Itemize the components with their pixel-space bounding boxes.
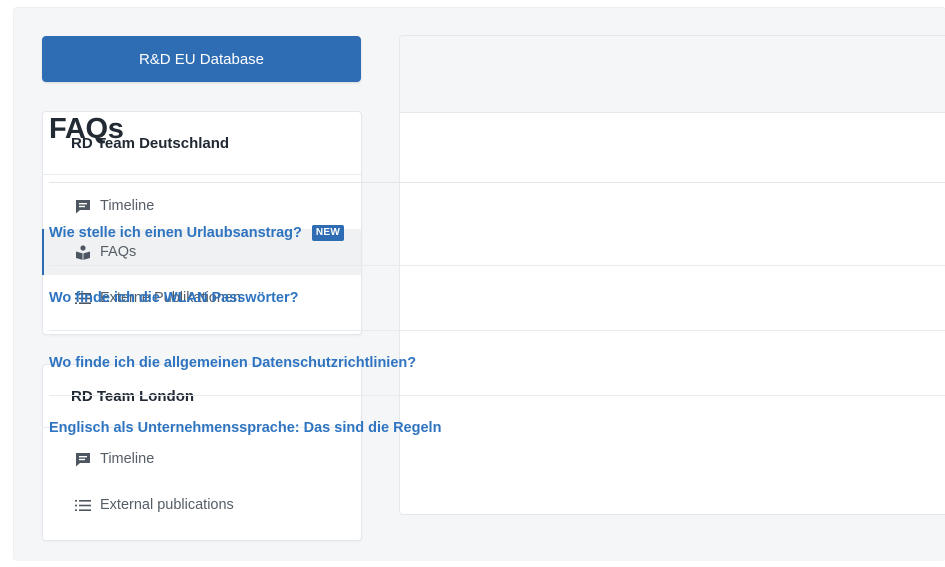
database-button-label: R&D EU Database: [138, 50, 265, 68]
database-button[interactable]: R&D EU Database: [42, 36, 361, 82]
faq-question: Wo finde ich die allgemeinen Datenschutz…: [49, 355, 417, 371]
faq-link[interactable]: Englisch als Unternehmenssprache: Das si…: [49, 396, 945, 460]
panel-header-bar: [400, 36, 945, 113]
page-title: FAQs: [49, 113, 124, 145]
new-badge: NEW: [311, 225, 345, 241]
faq-link[interactable]: Wie stelle ich einen Urlaubsanstrag? NEW: [49, 201, 945, 266]
sidebar-item-external-publications[interactable]: External publications: [43, 482, 361, 528]
faq-link[interactable]: Wo finde ich die WLAN Passwörter?: [49, 266, 945, 331]
title-divider: [49, 182, 945, 183]
faq-link[interactable]: Wo finde ich die allgemeinen Datenschutz…: [49, 331, 945, 396]
faq-question: Englisch als Unternehmenssprache: Das si…: [49, 420, 442, 436]
faq-question: Wo finde ich die WLAN Passwörter?: [49, 290, 299, 306]
faq-list: Wie stelle ich einen Urlaubsanstrag? NEW…: [49, 201, 945, 460]
list-icon: [74, 497, 91, 513]
sidebar-item-label: External publications: [100, 497, 234, 513]
faq-question: Wie stelle ich einen Urlaubsanstrag?: [49, 225, 302, 241]
